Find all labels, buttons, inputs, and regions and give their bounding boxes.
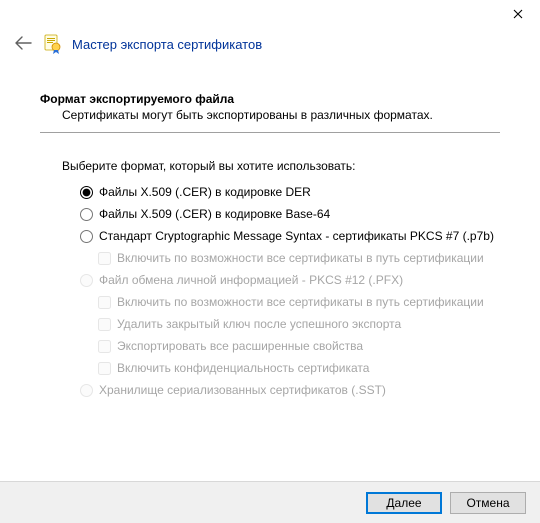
close-icon <box>513 9 523 19</box>
wizard-footer: Далее Отмена <box>0 481 540 523</box>
radio-base64[interactable] <box>80 208 93 221</box>
option-pfx: Файл обмена личной информацией - PKCS #1… <box>80 273 500 287</box>
radio-sst <box>80 384 93 397</box>
option-pkcs7-label: Стандарт Cryptographic Message Syntax - … <box>99 229 494 243</box>
section-heading: Формат экспортируемого файла <box>40 92 500 106</box>
close-button[interactable] <box>495 0 540 28</box>
option-pkcs7-include: Включить по возможности все сертификаты … <box>98 251 500 265</box>
option-pfx-label: Файл обмена личной информацией - PKCS #1… <box>99 273 403 287</box>
checkbox-pfx-privacy <box>98 362 111 375</box>
back-arrow-icon[interactable] <box>14 35 32 53</box>
radio-pkcs7[interactable] <box>80 230 93 243</box>
radio-pfx <box>80 274 93 287</box>
option-base64-label: Файлы X.509 (.CER) в кодировке Base-64 <box>99 207 330 221</box>
wizard-title: Мастер экспорта сертификатов <box>72 37 262 52</box>
option-pfx-delete: Удалить закрытый ключ после успешного эк… <box>98 317 500 331</box>
checkbox-pfx-include <box>98 296 111 309</box>
option-pfx-delete-label: Удалить закрытый ключ после успешного эк… <box>117 317 401 331</box>
option-pfx-privacy: Включить конфиденциальность сертификата <box>98 361 500 375</box>
wizard-header: Мастер экспорта сертификатов <box>0 30 540 58</box>
option-sst-label: Хранилище сериализованных сертификатов (… <box>99 383 386 397</box>
option-pfx-include-label: Включить по возможности все сертификаты … <box>117 295 484 309</box>
format-options: Файлы X.509 (.CER) в кодировке DER Файлы… <box>40 185 500 397</box>
next-button[interactable]: Далее <box>366 492 442 514</box>
option-base64[interactable]: Файлы X.509 (.CER) в кодировке Base-64 <box>80 207 500 221</box>
option-pkcs7[interactable]: Стандарт Cryptographic Message Syntax - … <box>80 229 500 243</box>
option-pfx-privacy-label: Включить конфиденциальность сертификата <box>117 361 369 375</box>
radio-der[interactable] <box>80 186 93 199</box>
option-der[interactable]: Файлы X.509 (.CER) в кодировке DER <box>80 185 500 199</box>
format-prompt: Выберите формат, который вы хотите испол… <box>40 159 500 173</box>
section-description: Сертификаты могут быть экспортированы в … <box>40 108 500 122</box>
option-pfx-include: Включить по возможности все сертификаты … <box>98 295 500 309</box>
checkbox-pkcs7-include <box>98 252 111 265</box>
checkbox-pfx-extended <box>98 340 111 353</box>
option-der-label: Файлы X.509 (.CER) в кодировке DER <box>99 185 311 199</box>
divider <box>40 132 500 133</box>
option-pfx-extended: Экспортировать все расширенные свойства <box>98 339 500 353</box>
cancel-button[interactable]: Отмена <box>450 492 526 514</box>
certificate-icon <box>44 34 60 54</box>
option-pfx-extended-label: Экспортировать все расширенные свойства <box>117 339 363 353</box>
option-sst: Хранилище сериализованных сертификатов (… <box>80 383 500 397</box>
option-pkcs7-include-label: Включить по возможности все сертификаты … <box>117 251 484 265</box>
checkbox-pfx-delete <box>98 318 111 331</box>
